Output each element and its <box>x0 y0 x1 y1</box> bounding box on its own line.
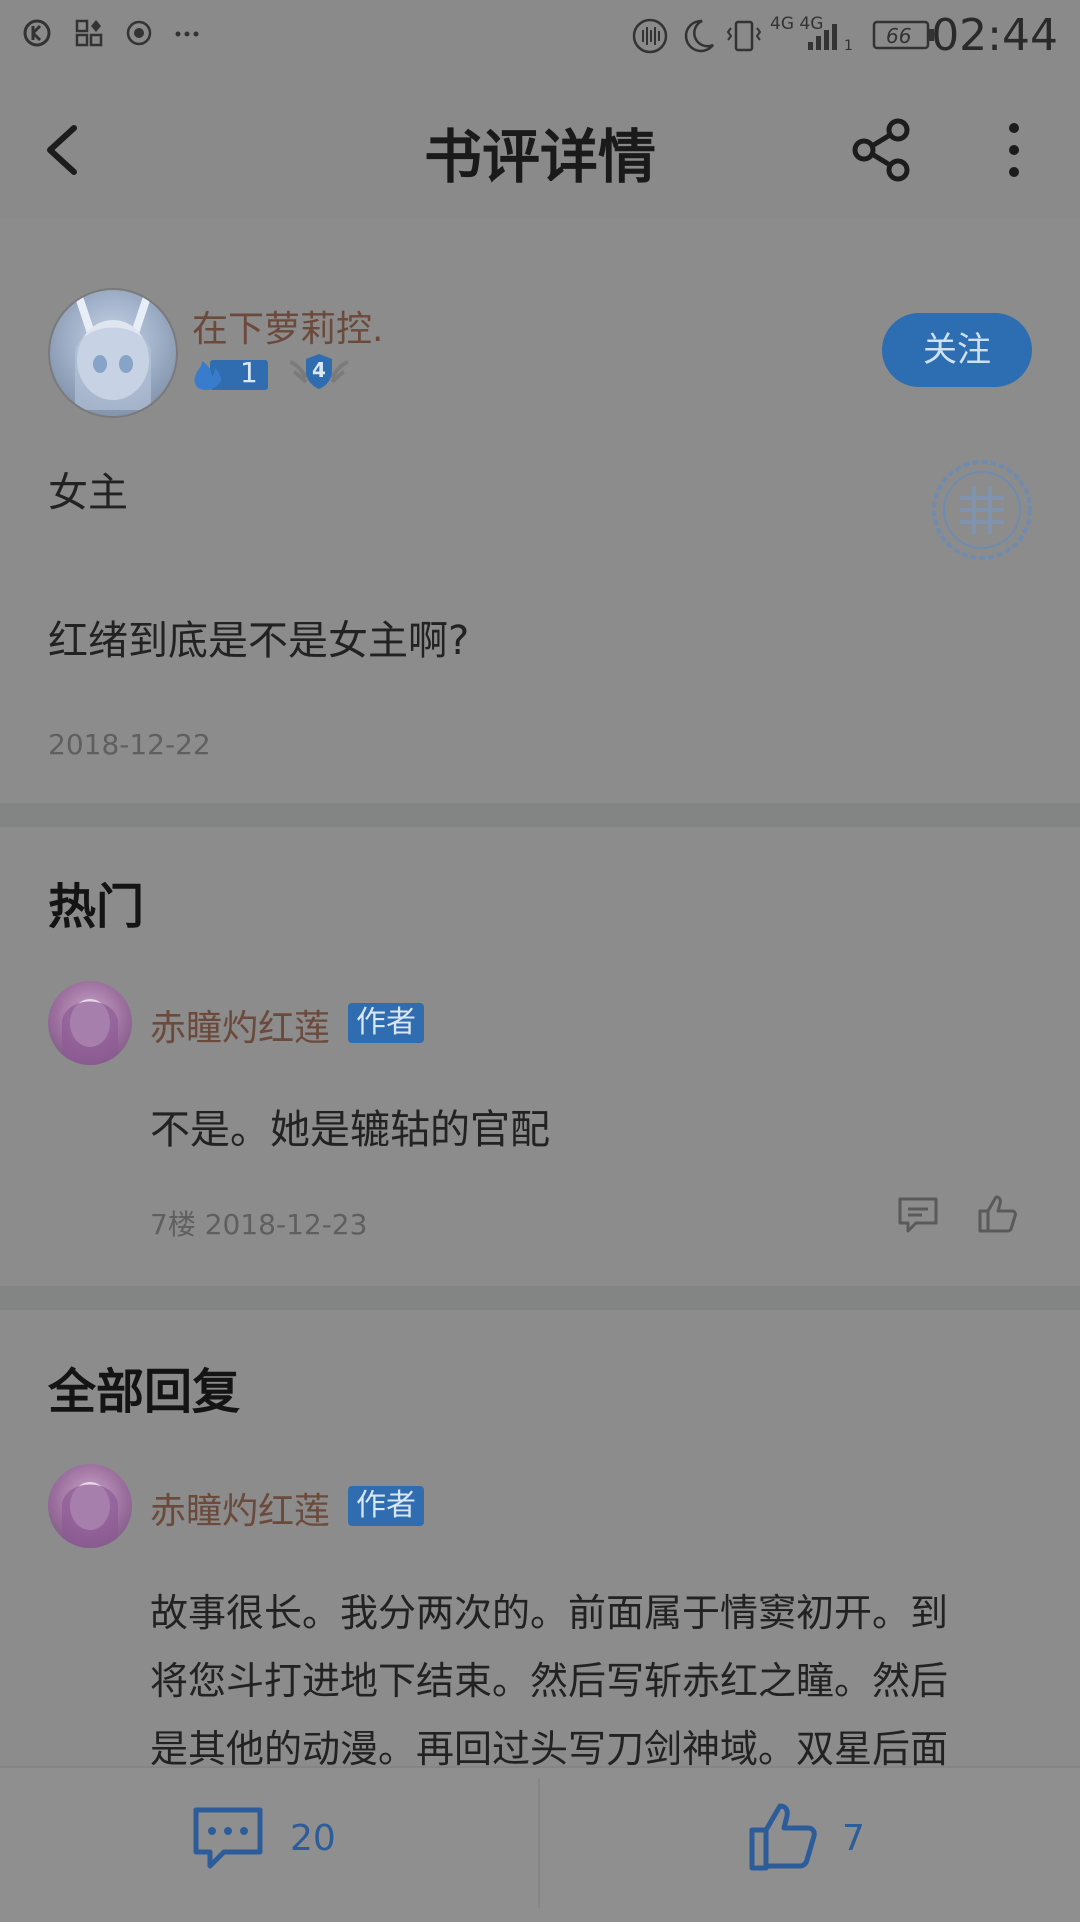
author-badge: 作者 <box>348 1486 424 1526</box>
share-button[interactable] <box>842 110 922 190</box>
comment-bubble-icon <box>193 1807 263 1869</box>
author-badge: 作者 <box>348 1003 424 1043</box>
fire-level-value: 1 <box>240 356 258 389</box>
clock: 02:44 <box>931 10 1058 61</box>
comment-count-button[interactable]: 20 <box>190 1804 390 1884</box>
more-vert-icon <box>1009 123 1019 177</box>
post-author-name[interactable]: 在下萝莉控. <box>192 300 383 352</box>
reply-text-line: 故事很长。我分两次的。前面属于情窦初开。到 <box>150 1591 949 1635</box>
signal-icon: 1 <box>806 18 858 64</box>
svg-text:1: 1 <box>844 38 853 54</box>
more-options-button[interactable] <box>974 110 1054 190</box>
like-count: 7 <box>842 1818 865 1859</box>
section-divider <box>0 1286 1080 1310</box>
share-icon <box>852 118 910 182</box>
author-stamp <box>930 458 1034 562</box>
fire-level-badge: 1 <box>192 354 270 392</box>
follow-button[interactable]: 关注 <box>882 313 1032 387</box>
post-card: 在下萝莉控. 1 4 关注 女主 红绪到底是不是女主啊? 2018-12-22 <box>0 218 1080 803</box>
vibrate-indicator-icon <box>630 18 670 64</box>
post-body: 红绪到底是不是女主啊? <box>48 618 470 664</box>
bottom-bar-divider <box>538 1778 540 1908</box>
battery-level-text: 66 <box>886 24 912 48</box>
comment-icon <box>898 1197 938 1233</box>
bottom-action-bar: 20 7 <box>0 1766 1080 1922</box>
status-bar: 4G 4G 1 66 02:44 <box>0 0 1080 72</box>
hot-comment-meta: 7楼 2018-12-23 <box>150 1208 368 1241</box>
rank-badge-value: 4 <box>312 358 326 382</box>
hot-comment-text: 不是。她是辘轱的官配 <box>150 1107 550 1153</box>
reply-text-line: 是其他的动漫。再回过头写刀剑神域。双星后面 <box>150 1727 949 1771</box>
hot-section-title: 热门 <box>48 879 145 935</box>
section-divider <box>0 803 1080 827</box>
battery-icon: 66 <box>872 18 936 62</box>
more-dots-icon <box>172 18 202 58</box>
comment-count: 20 <box>290 1818 336 1859</box>
thumbs-up-icon <box>749 1803 817 1871</box>
avatar[interactable] <box>48 1464 132 1548</box>
vibrate-icon <box>726 18 762 64</box>
apps-icon <box>74 18 104 58</box>
rank-badge: 4 <box>286 348 352 396</box>
hot-comment-author[interactable]: 赤瞳灼红莲 <box>150 999 330 1051</box>
thumbs-up-icon <box>978 1195 1017 1233</box>
top-app-bar: 书评详情 <box>0 80 1080 210</box>
all-replies-section: 全部回复 赤瞳灼红莲 作者 故事很长。我分两次的。前面属于情窦初开。到 将您斗打… <box>0 1310 1080 1771</box>
k-circle-icon <box>22 18 52 58</box>
moon-icon <box>682 18 716 64</box>
like-button[interactable] <box>976 1191 1020 1235</box>
like-count-button[interactable]: 7 <box>748 1798 908 1882</box>
fire-icon <box>194 360 268 390</box>
avatar[interactable] <box>48 288 178 418</box>
hot-section: 热门 赤瞳灼红莲 作者 不是。她是辘轱的官配 7楼 2018-12-23 <box>0 827 1080 1286</box>
reply-author[interactable]: 赤瞳灼红莲 <box>150 1482 330 1534</box>
post-title: 女主 <box>48 470 128 516</box>
author-stamp-icon <box>932 460 1032 560</box>
record-icon <box>124 18 154 58</box>
post-date: 2018-12-22 <box>48 728 211 761</box>
avatar[interactable] <box>48 981 132 1065</box>
reply-text-line: 将您斗打进地下结束。然后写斩赤红之瞳。然后 <box>150 1659 949 1703</box>
reply-button[interactable] <box>896 1193 940 1237</box>
all-replies-title: 全部回复 <box>48 1364 241 1420</box>
